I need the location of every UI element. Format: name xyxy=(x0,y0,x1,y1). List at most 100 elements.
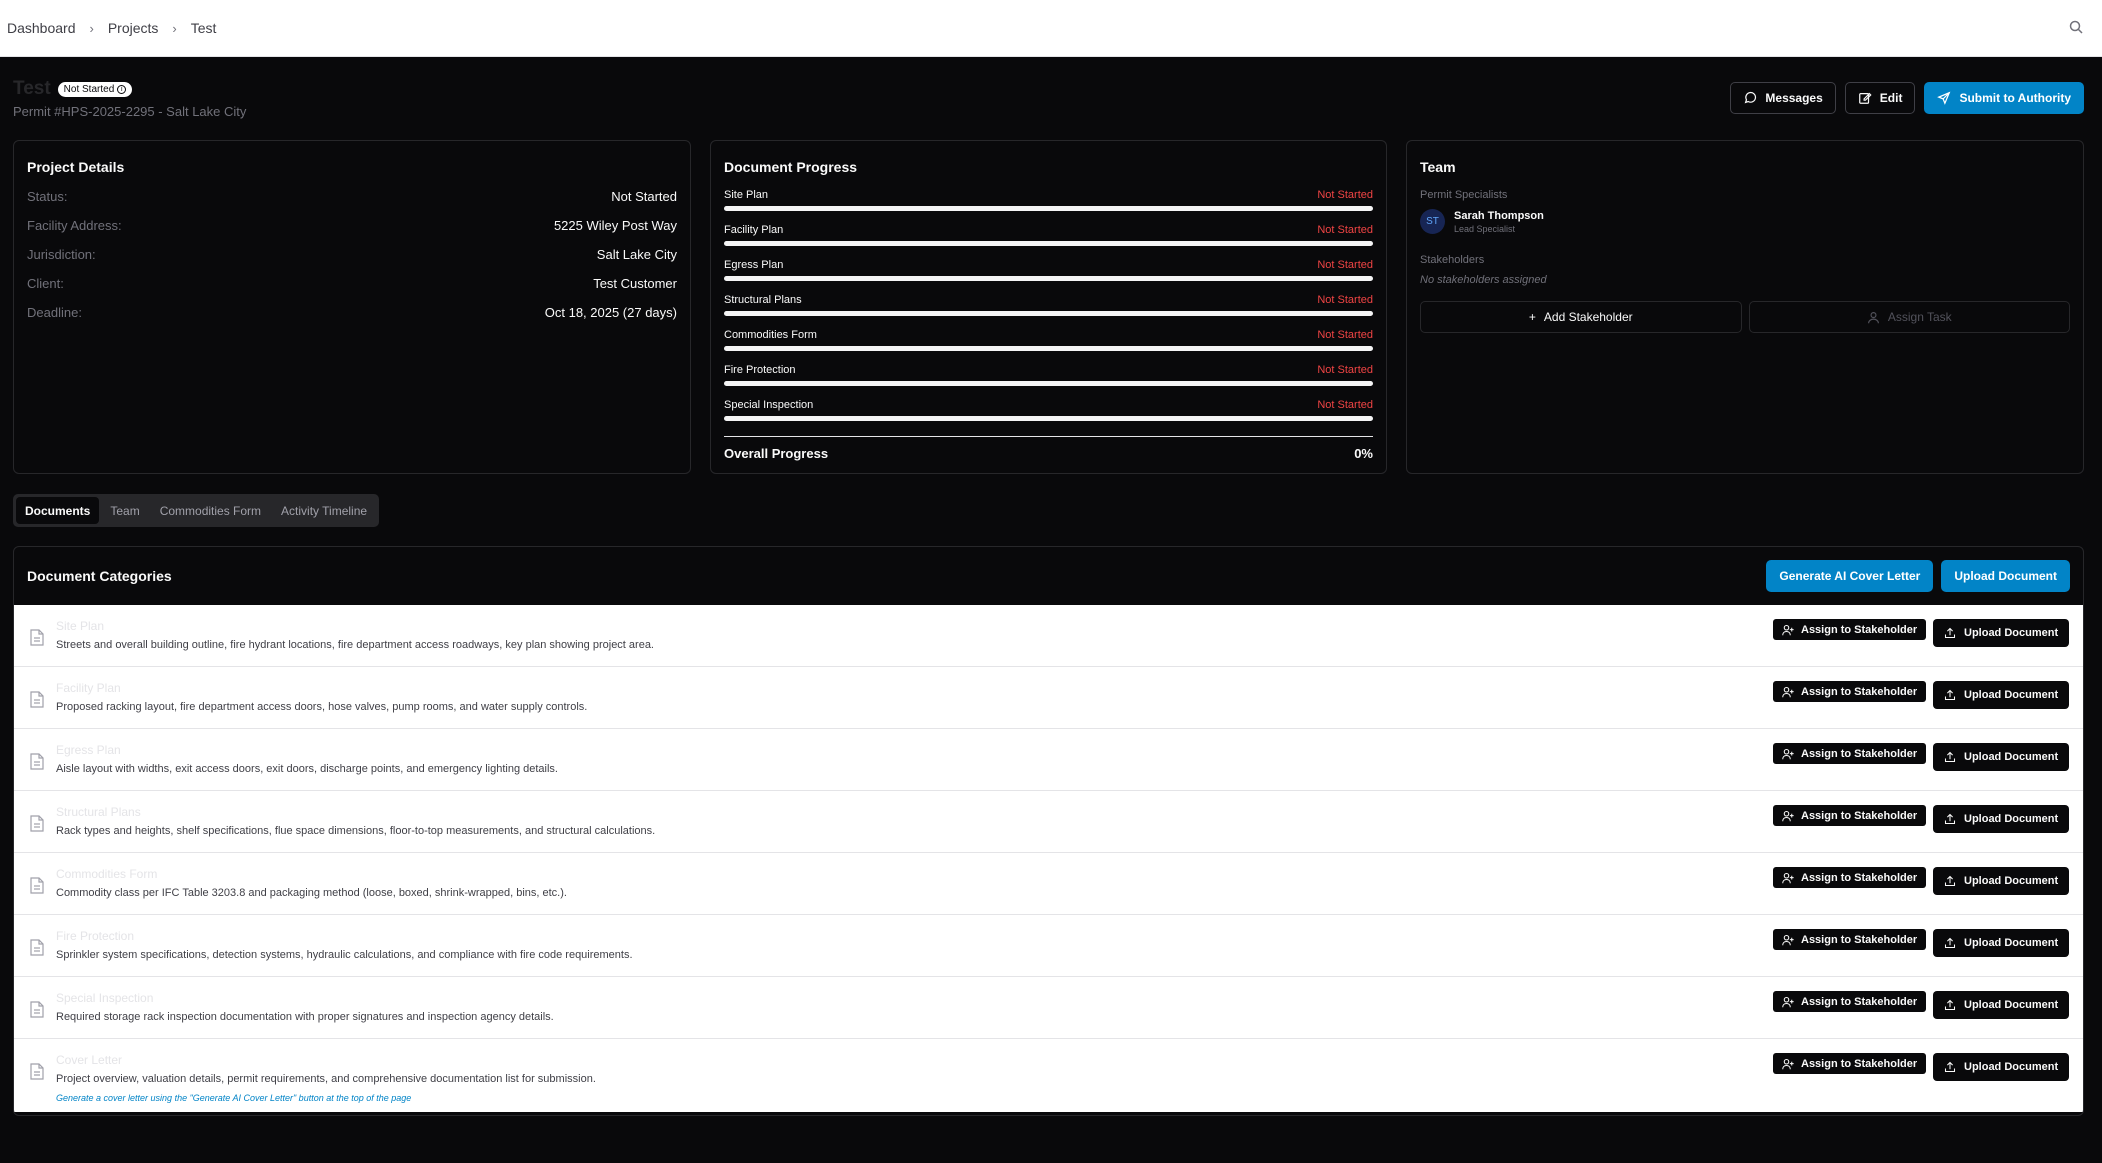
progress-item-name: Special Inspection xyxy=(724,399,814,411)
assign-task-label: Assign Task xyxy=(1887,310,1952,324)
progress-item-name: Commodities Form xyxy=(724,329,817,341)
upload-document-label: Upload Document xyxy=(1964,751,2059,763)
overall-progress: Overall Progress 0% xyxy=(724,436,1373,461)
assign-to-stakeholder-label: Assign to Stakeholder xyxy=(1801,685,1918,698)
assign-to-stakeholder-button[interactable]: Assign to Stakeholder xyxy=(1773,805,1927,826)
progress-item: Special Inspection Not Started xyxy=(724,399,1373,434)
tab-commodities-form[interactable]: Commodities Form xyxy=(151,497,270,524)
tab-bar: Documents Team Commodities Form Activity… xyxy=(13,494,380,527)
assign-to-stakeholder-button[interactable]: Assign to Stakeholder xyxy=(1773,867,1927,888)
progress-bar xyxy=(724,381,1373,386)
user-plus-icon xyxy=(1782,1058,1794,1069)
upload-icon xyxy=(1944,937,1956,949)
row-upload-document-button[interactable]: Upload Document xyxy=(1933,1053,2070,1081)
detail-value: Oct 18, 2025 (27 days) xyxy=(544,305,677,320)
progress-item-status: Not Started xyxy=(1317,189,1373,201)
assign-to-stakeholder-button[interactable]: Assign to Stakeholder xyxy=(1773,991,1927,1012)
breadcrumb-dashboard[interactable]: Dashboard xyxy=(7,20,76,36)
assign-to-stakeholder-button[interactable]: Assign to Stakeholder xyxy=(1773,619,1927,640)
document-title: Facility Plan xyxy=(56,681,121,695)
progress-item-header: Egress Plan Not Started xyxy=(724,259,1373,271)
assign-to-stakeholder-button[interactable]: Assign to Stakeholder xyxy=(1773,743,1927,764)
generate-ai-cover-letter-button[interactable]: Generate AI Cover Letter xyxy=(1766,560,1934,592)
upload-icon xyxy=(1944,875,1956,887)
search-icon[interactable] xyxy=(2068,19,2084,35)
document-description: Proposed racking layout, fire department… xyxy=(56,701,588,713)
user-plus-icon xyxy=(1782,872,1794,883)
row-upload-document-button[interactable]: Upload Document xyxy=(1933,805,2070,833)
top-bar: Dashboard › Projects › Test xyxy=(0,0,2102,57)
row-upload-document-button[interactable]: Upload Document xyxy=(1933,929,2070,957)
progress-item-name: Structural Plans xyxy=(724,294,802,306)
progress-item-status: Not Started xyxy=(1317,294,1373,306)
stakeholders-label: Stakeholders xyxy=(1420,254,1485,266)
tab-documents[interactable]: Documents xyxy=(16,497,100,524)
user-plus-icon xyxy=(1782,686,1794,697)
assign-to-stakeholder-button[interactable]: Assign to Stakeholder xyxy=(1773,929,1927,950)
detail-value: Not Started xyxy=(611,189,677,204)
row-upload-document-button[interactable]: Upload Document xyxy=(1933,991,2070,1019)
info-icon[interactable]: i xyxy=(117,84,127,94)
overall-progress-value: 0% xyxy=(1354,446,1373,461)
document-description: Required storage rack inspection documen… xyxy=(56,1011,554,1023)
upload-document-label: Upload Document xyxy=(1964,627,2059,639)
detail-label: Client: xyxy=(27,276,64,291)
document-categories-header: Document Categories Generate AI Cover Le… xyxy=(14,547,2083,605)
edit-button[interactable]: Edit xyxy=(1844,82,1916,114)
project-details-title: Project Details xyxy=(27,159,125,175)
message-circle-icon xyxy=(1745,91,1757,104)
submit-to-authority-button[interactable]: Submit to Authority xyxy=(1924,82,2084,114)
progress-item: Facility Plan Not Started xyxy=(724,224,1373,259)
document-description: Rack types and heights, shelf specificat… xyxy=(56,825,656,837)
detail-label: Deadline: xyxy=(27,305,82,320)
progress-item-status: Not Started xyxy=(1317,224,1373,236)
upload-document-button[interactable]: Upload Document xyxy=(1941,560,2070,592)
progress-item-status: Not Started xyxy=(1317,399,1373,411)
upload-icon xyxy=(1944,813,1956,825)
page-title: Test xyxy=(13,78,51,99)
tab-team[interactable]: Team xyxy=(101,497,148,524)
project-details-card: Project Details Status: Not Started Faci… xyxy=(13,140,691,474)
progress-bar xyxy=(724,241,1373,246)
file-icon xyxy=(30,691,44,708)
user-plus-icon xyxy=(1782,934,1794,945)
row-upload-document-button[interactable]: Upload Document xyxy=(1933,867,2070,895)
detail-row: Deadline: Oct 18, 2025 (27 days) xyxy=(27,305,677,334)
progress-list: Site Plan Not Started Facility Plan Not Sta… xyxy=(724,189,1373,434)
document-row: Structural Plans Rack types and heights, … xyxy=(14,791,2083,853)
document-list: Site Plan Streets and overall building ou… xyxy=(14,605,2083,1112)
user-plus-icon xyxy=(1782,624,1794,635)
user-plus-icon xyxy=(1782,748,1794,759)
row-upload-document-button[interactable]: Upload Document xyxy=(1933,681,2070,709)
assign-to-stakeholder-button[interactable]: Assign to Stakeholder xyxy=(1773,681,1927,702)
progress-item-name: Site Plan xyxy=(724,189,769,201)
send-icon xyxy=(1937,91,1951,105)
progress-item: Fire Protection Not Started xyxy=(724,364,1373,399)
team-card: Team Permit Specialists ST Sarah Thompso… xyxy=(1406,140,2084,474)
row-upload-document-button[interactable]: Upload Document xyxy=(1933,743,2070,771)
upload-icon xyxy=(1944,627,1956,639)
messages-button[interactable]: Messages xyxy=(1730,82,1836,114)
breadcrumb: Dashboard › Projects › Test xyxy=(7,20,216,36)
assign-to-stakeholder-button[interactable]: Assign to Stakeholder xyxy=(1773,1053,1927,1074)
breadcrumb-current: Test xyxy=(190,20,217,36)
detail-row: Jurisdiction: Salt Lake City xyxy=(27,247,677,276)
assign-to-stakeholder-label: Assign to Stakeholder xyxy=(1801,1057,1918,1070)
detail-label: Status: xyxy=(27,189,68,204)
tab-activity-timeline[interactable]: Activity Timeline xyxy=(272,497,376,524)
status-badge: Not Started i xyxy=(57,81,133,97)
progress-bar xyxy=(724,346,1373,351)
upload-icon xyxy=(1944,1061,1956,1073)
detail-row: Client: Test Customer xyxy=(27,276,677,305)
row-upload-document-button[interactable]: Upload Document xyxy=(1933,619,2070,647)
detail-value: Test Customer xyxy=(593,276,677,291)
assign-task-button[interactable]: Assign Task xyxy=(1748,301,2070,333)
document-row: Egress Plan Aisle layout with widths, exi… xyxy=(14,729,2083,791)
upload-document-label: Upload Document xyxy=(1964,999,2059,1011)
chevron-right-icon: › xyxy=(172,20,177,36)
chevron-right-icon: › xyxy=(89,20,94,36)
add-stakeholder-button[interactable]: + Add Stakeholder xyxy=(1420,301,1742,333)
document-categories-panel: Document Categories Generate AI Cover Le… xyxy=(13,546,2084,1116)
document-title: Commodities Form xyxy=(56,867,158,881)
breadcrumb-projects[interactable]: Projects xyxy=(108,20,159,36)
